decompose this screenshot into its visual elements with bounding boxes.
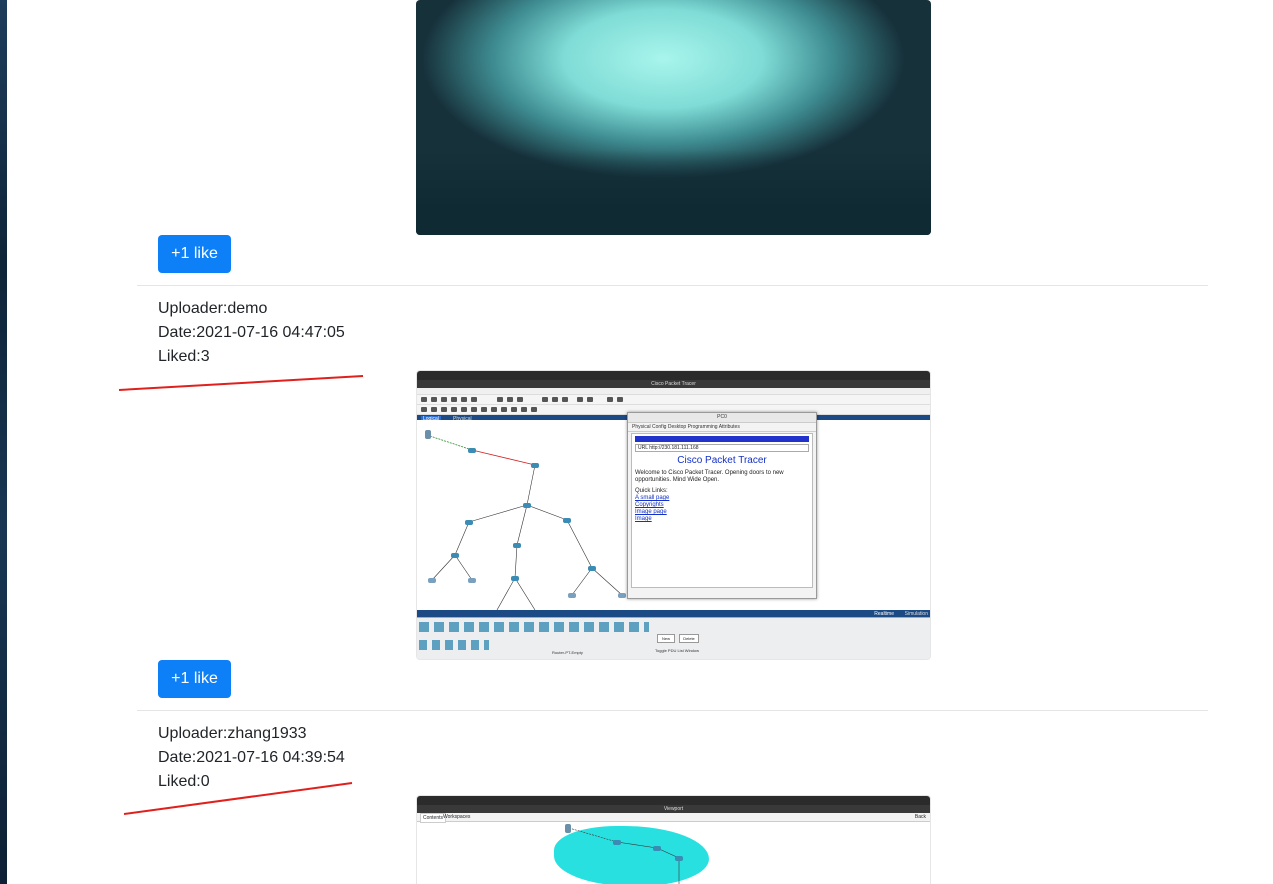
- device-label: Router-PT-Empty: [552, 650, 583, 655]
- date-text: Date:2021-07-16 04:39:54: [158, 749, 345, 766]
- pc0-window-title: PC0: [628, 413, 816, 423]
- site-link: Image: [635, 516, 652, 522]
- image-shadow: [416, 150, 931, 235]
- post-meta: Uploader:demo Date:2021-07-16 04:47:05 L…: [158, 297, 345, 369]
- post-divider: [137, 710, 1208, 711]
- delete-button: Delete: [679, 634, 699, 643]
- screenshot-menubar: [417, 388, 930, 395]
- screenshot-title: Cisco Packet Tracer: [417, 380, 930, 388]
- site-title: Cisco Packet Tracer: [677, 455, 767, 466]
- liked-count: Liked:0: [158, 773, 210, 790]
- uploader-text: Uploader:demo: [158, 300, 268, 317]
- quick-links-heading: Quick Links:: [635, 488, 668, 494]
- uploader-text: Uploader:zhang1933: [158, 725, 307, 742]
- date-text: Date:2021-07-16 04:47:05: [158, 324, 345, 341]
- liked-count: Liked:3: [158, 348, 210, 365]
- site-link: Copyrights: [635, 502, 664, 508]
- site-welcome-text: Welcome to Cisco Packet Tracer. Opening …: [635, 470, 784, 483]
- network-diagram: [568, 827, 680, 884]
- like-button[interactable]: +1 like: [158, 660, 231, 698]
- screenshot-toolbar: [417, 395, 930, 405]
- post-image: [416, 0, 931, 235]
- post-image: Viewport Contents Workspaces Back: [416, 795, 931, 884]
- network-canvas: PC0 Physical Config Desktop Programming …: [417, 412, 930, 610]
- site-body: Welcome to Cisco Packet Tracer. Opening …: [632, 466, 812, 527]
- site-link: Image page: [635, 509, 667, 515]
- like-button[interactable]: +1 like: [158, 235, 231, 273]
- site-link: A small page: [635, 495, 670, 501]
- web-browser: URL http://230.181.111.168 Cisco Packet …: [631, 433, 813, 588]
- background-window-edge: [0, 0, 7, 884]
- pc0-window: PC0 Physical Config Desktop Programming …: [627, 412, 817, 599]
- post-meta: Uploader:zhang1933 Date:2021-07-16 04:39…: [158, 722, 345, 794]
- device-panel: Router-PT-Empty New Delete Toggle PDU Li…: [417, 617, 930, 659]
- post-image: Cisco Packet Tracer Logical Physical PC0…: [416, 370, 931, 660]
- post-divider: [137, 285, 1208, 286]
- toggle-pdu-label: Toggle PDU List Window: [655, 648, 700, 653]
- screenshot-system-bar: [417, 371, 930, 380]
- browser-title-bar: [635, 436, 809, 442]
- new-button: New: [657, 634, 675, 643]
- browser-url-field: URL http://230.181.111.168: [635, 444, 809, 452]
- pc0-tabs: Physical Config Desktop Programming Attr…: [628, 423, 816, 432]
